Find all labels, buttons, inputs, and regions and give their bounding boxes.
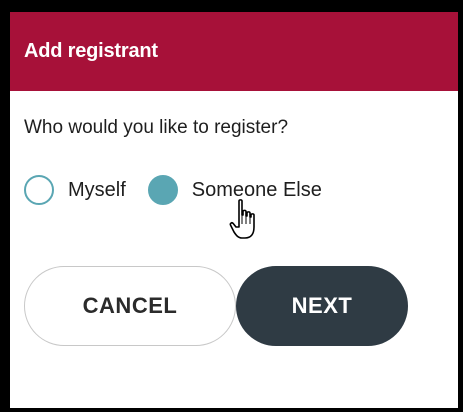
registrant-question: Who would you like to register? [24,117,289,138]
radio-myself-label[interactable]: Myself [68,179,126,202]
dialog-header: Add registrant [10,12,458,91]
radio-option-myself[interactable]: Myself [24,175,126,205]
dialog-title: Add registrant [24,40,158,62]
radio-someone-else-circle[interactable] [147,175,178,205]
window-border-top [0,0,463,12]
window-border-bottom [0,408,463,412]
registrant-radio-group: Myself Someone Else [24,173,322,207]
cancel-button[interactable]: CANCEL [24,266,236,346]
radio-myself-circle[interactable] [24,175,54,205]
hand-pointer-icon [229,199,255,239]
next-button[interactable]: NEXT [236,266,408,346]
window-border-left [0,0,10,412]
dialog-window: Add registrant Who would you like to reg… [0,0,463,412]
window-border-right [458,0,463,412]
